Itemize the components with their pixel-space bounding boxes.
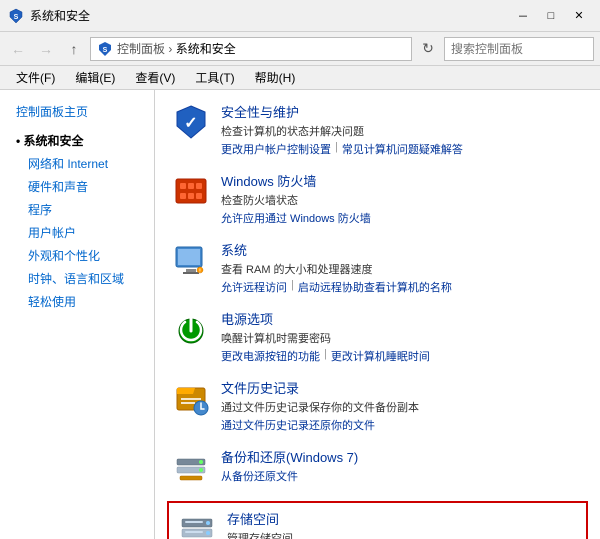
content-area: ✓ 安全性与维护 检查计算机的状态并解决问题 更改用户帐户控制设置 | 常见计算… — [155, 90, 600, 539]
menu-tools[interactable]: 工具(T) — [187, 67, 242, 88]
sidebar-item-network[interactable]: 网络和 Internet — [12, 152, 154, 175]
security-title[interactable]: 安全性与维护 — [221, 102, 584, 121]
filehistory-desc: 通过文件历史记录保存你的文件备份副本 — [221, 399, 584, 415]
firewall-links: 允许应用通过 Windows 防火墙 — [221, 210, 584, 226]
main-layout: 控制面板主页 系统和安全 网络和 Internet 硬件和声音 程序 用户帐户 … — [0, 90, 600, 539]
address-path-text: 控制面板 › 系统和安全 — [117, 40, 236, 57]
section-security: ✓ 安全性与维护 检查计算机的状态并解决问题 更改用户帐户控制设置 | 常见计算… — [171, 102, 584, 157]
system-title[interactable]: 系统 — [221, 240, 584, 259]
security-desc: 检查计算机的状态并解决问题 — [221, 123, 584, 139]
title-bar: S 系统和安全 － □ ✕ — [0, 0, 600, 32]
system-content: 系统 查看 RAM 的大小和处理器速度 允许远程访问 | 启动远程协助 查看计算… — [221, 240, 584, 295]
power-links: 更改电源按钮的功能 | 更改计算机睡眠时间 — [221, 348, 584, 364]
firewall-title[interactable]: Windows 防火墙 — [221, 171, 584, 190]
section-power: 电源选项 唤醒计算机时需要密码 更改电源按钮的功能 | 更改计算机睡眠时间 — [171, 309, 584, 364]
system-desc: 查看 RAM 的大小和处理器速度 — [221, 261, 584, 277]
menu-edit[interactable]: 编辑(E) — [67, 67, 123, 88]
up-button[interactable]: ↑ — [62, 37, 86, 61]
svg-text:S: S — [103, 47, 108, 54]
filehistory-title[interactable]: 文件历史记录 — [221, 378, 584, 397]
power-link-0[interactable]: 更改电源按钮的功能 — [221, 348, 320, 364]
security-links: 更改用户帐户控制设置 | 常见计算机问题疑难解答 — [221, 141, 584, 157]
section-storage: 存储空间 管理存储空间 — [167, 501, 588, 539]
backup-title[interactable]: 备份和还原(Windows 7) — [221, 447, 584, 466]
close-button[interactable]: ✕ — [566, 6, 592, 26]
sidebar-subsection: 网络和 Internet 硬件和声音 程序 用户帐户 外观和个性化 时钟、语言和… — [0, 152, 154, 313]
power-content: 电源选项 唤醒计算机时需要密码 更改电源按钮的功能 | 更改计算机睡眠时间 — [221, 309, 584, 364]
filehistory-content: 文件历史记录 通过文件历史记录保存你的文件备份副本 通过文件历史记录还原你的文件 — [221, 378, 584, 433]
title-text: 系统和安全 — [30, 7, 90, 24]
storage-desc: 管理存储空间 — [227, 530, 578, 539]
title-bar-left: S 系统和安全 — [8, 7, 90, 24]
svg-text:✓: ✓ — [184, 115, 197, 132]
filehistory-icon — [171, 378, 211, 418]
power-title[interactable]: 电源选项 — [221, 309, 584, 328]
storage-content: 存储空间 管理存储空间 — [227, 509, 578, 539]
backup-icon — [171, 447, 211, 487]
menu-file[interactable]: 文件(F) — [8, 67, 63, 88]
refresh-button[interactable]: ↻ — [416, 37, 440, 61]
security-content: 安全性与维护 检查计算机的状态并解决问题 更改用户帐户控制设置 | 常见计算机问… — [221, 102, 584, 157]
sidebar: 控制面板主页 系统和安全 网络和 Internet 硬件和声音 程序 用户帐户 … — [0, 90, 155, 539]
back-button[interactable]: ← — [6, 37, 30, 61]
title-bar-controls: － □ ✕ — [510, 6, 592, 26]
address-path-box[interactable]: S 控制面板 › 系统和安全 — [90, 37, 412, 61]
security-link-1[interactable]: 常见计算机问题疑难解答 — [342, 141, 463, 157]
system-links: 允许远程访问 | 启动远程协助 查看计算机的名称 — [221, 279, 584, 295]
section-firewall: Windows 防火墙 检查防火墙状态 允许应用通过 Windows 防火墙 — [171, 171, 584, 226]
sidebar-item-ease[interactable]: 轻松使用 — [12, 290, 154, 313]
minimize-button[interactable]: － — [510, 6, 536, 26]
backup-content: 备份和还原(Windows 7) 从备份还原文件 — [221, 447, 584, 484]
sidebar-section: 系统和安全 网络和 Internet 硬件和声音 程序 用户帐户 外观和个性化 … — [0, 129, 154, 313]
backup-link-0[interactable]: 从备份还原文件 — [221, 468, 298, 484]
maximize-button[interactable]: □ — [538, 6, 564, 26]
forward-button[interactable]: → — [34, 37, 58, 61]
system-icon: ! — [171, 240, 211, 280]
sidebar-item-home[interactable]: 控制面板主页 — [0, 100, 154, 123]
filehistory-link-0[interactable]: 通过文件历史记录还原你的文件 — [221, 417, 375, 433]
firewall-link-0[interactable]: 允许应用通过 Windows 防火墙 — [221, 210, 371, 226]
sidebar-item-security[interactable]: 系统和安全 — [0, 129, 154, 152]
title-icon: S — [8, 8, 24, 24]
address-shield-icon: S — [97, 41, 113, 57]
sidebar-item-programs[interactable]: 程序 — [12, 198, 154, 221]
firewall-desc: 检查防火墙状态 — [221, 192, 584, 208]
power-icon — [171, 309, 211, 349]
system-link-0[interactable]: 允许远程访问 — [221, 279, 287, 295]
menu-view[interactable]: 查看(V) — [127, 67, 183, 88]
menu-bar: 文件(F) 编辑(E) 查看(V) 工具(T) 帮助(H) — [0, 66, 600, 90]
sidebar-item-accounts[interactable]: 用户帐户 — [12, 221, 154, 244]
section-system: ! 系统 查看 RAM 的大小和处理器速度 允许远程访问 | 启动远程协助 查看… — [171, 240, 584, 295]
search-box[interactable] — [444, 37, 594, 61]
security-link-0[interactable]: 更改用户帐户控制设置 — [221, 141, 331, 157]
section-backup: 备份和还原(Windows 7) 从备份还原文件 — [171, 447, 584, 487]
search-input[interactable] — [451, 42, 600, 56]
power-link-1[interactable]: 更改计算机睡眠时间 — [331, 348, 430, 364]
storage-icon — [177, 509, 217, 539]
system-link-1[interactable]: 启动远程协助 — [298, 279, 364, 295]
section-filehistory: 文件历史记录 通过文件历史记录保存你的文件备份副本 通过文件历史记录还原你的文件 — [171, 378, 584, 433]
security-icon: ✓ — [171, 102, 211, 142]
filehistory-links: 通过文件历史记录还原你的文件 — [221, 417, 584, 433]
svg-text:S: S — [14, 14, 19, 21]
sidebar-item-hardware[interactable]: 硬件和声音 — [12, 175, 154, 198]
backup-links: 从备份还原文件 — [221, 468, 584, 484]
menu-help[interactable]: 帮助(H) — [247, 67, 304, 88]
address-bar: ← → ↑ S 控制面板 › 系统和安全 ↻ — [0, 32, 600, 66]
system-link-2[interactable]: 查看计算机的名称 — [364, 279, 452, 295]
firewall-content: Windows 防火墙 检查防火墙状态 允许应用通过 Windows 防火墙 — [221, 171, 584, 226]
power-desc: 唤醒计算机时需要密码 — [221, 330, 584, 346]
firewall-icon — [171, 171, 211, 211]
storage-title[interactable]: 存储空间 — [227, 509, 578, 528]
sidebar-item-appearance[interactable]: 外观和个性化 — [12, 244, 154, 267]
sidebar-item-clock[interactable]: 时钟、语言和区域 — [12, 267, 154, 290]
